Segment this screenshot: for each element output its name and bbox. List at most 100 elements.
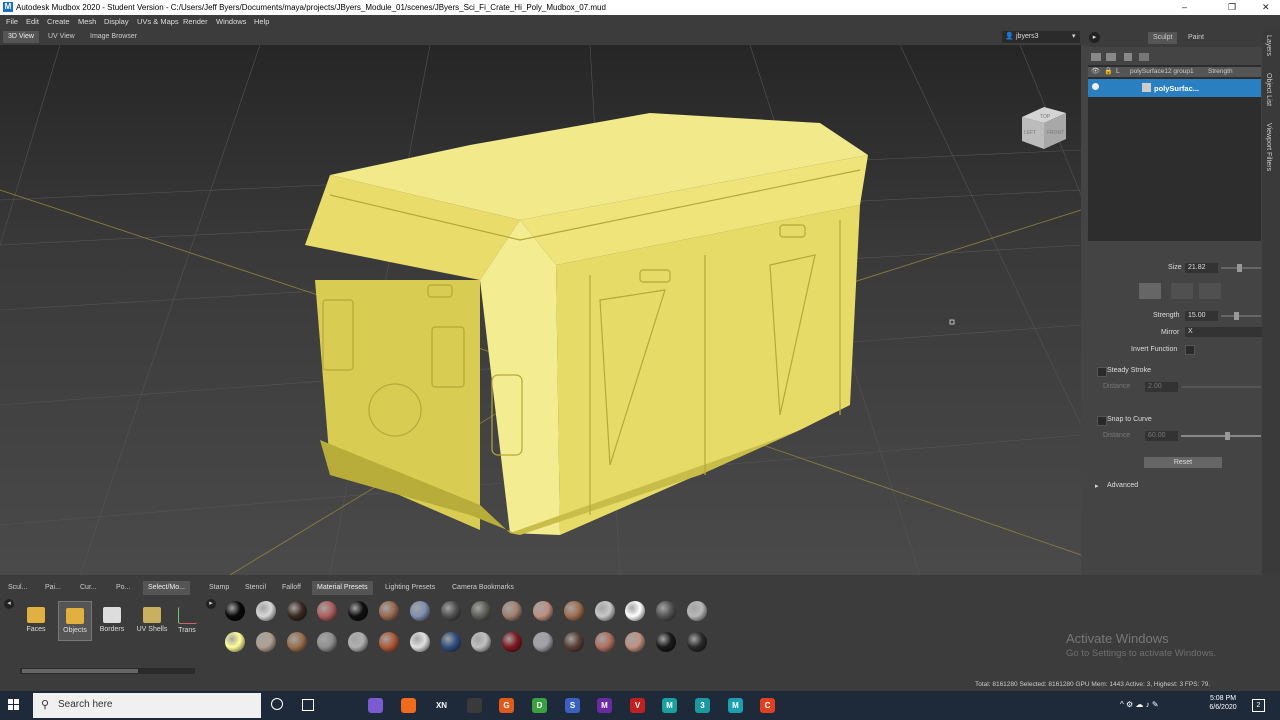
tab-image-browser[interactable]: Image Browser [85,31,142,43]
taskbar-app-icon[interactable]: G [499,698,514,713]
layers-icon[interactable] [1091,53,1101,61]
taskbar-app-icon[interactable]: S [565,698,580,713]
material-preset-ball[interactable] [255,632,276,652]
strength-field[interactable]: 15.00 [1185,311,1218,321]
reset-button[interactable]: Reset [1144,457,1222,468]
taskbar-app-icon[interactable] [467,698,482,713]
tray-tab-curve[interactable]: Cur... [75,581,102,595]
material-preset-ball[interactable] [225,632,245,652]
tray-tab-stencil[interactable]: Stencil [240,581,271,595]
material-preset-ball[interactable] [225,601,245,621]
tray-tab-select-move[interactable]: Select/Mo... [143,581,190,595]
eye-icon[interactable]: 👁 [1091,67,1100,75]
taskbar-app-icon[interactable] [368,698,383,713]
tool-translate[interactable]: Trans [176,607,198,634]
task-view-icon[interactable] [302,699,314,711]
distance-slider-2-handle[interactable] [1225,432,1230,440]
menu-windows[interactable]: Windows [216,17,246,26]
tray-tab-material-presets[interactable]: Material Presets [312,581,373,595]
taskbar-app-icon[interactable]: XN [434,698,449,713]
visibility-dot-icon[interactable] [1092,83,1099,90]
menu-display[interactable]: Display [104,17,129,26]
distance-slider-1[interactable] [1181,386,1261,388]
selected-object-row[interactable]: polySurfac... [1088,79,1261,97]
material-preset-ball[interactable] [348,632,369,652]
size-field[interactable]: 21.82 [1185,263,1218,273]
taskbar-app-icon[interactable] [401,698,416,713]
taskbar-app-icon[interactable]: D [532,698,547,713]
steady-stroke-checkbox[interactable] [1097,367,1107,377]
material-preset-ball[interactable] [533,601,553,621]
distance-field-1[interactable]: 2.00 [1145,382,1178,392]
material-preset-ball[interactable] [502,601,523,621]
duplicate-icon[interactable] [1139,53,1149,61]
user-selector[interactable]: 👤 jbyers3 ▾ [1002,31,1080,43]
material-preset-ball[interactable] [533,632,553,652]
windows-start-icon[interactable] [8,699,20,711]
taskbar-app-icon[interactable]: M [728,698,743,713]
material-preset-ball[interactable] [687,632,707,652]
material-preset-ball[interactable] [317,601,338,621]
brush-stroke-button[interactable] [1139,283,1161,299]
layer-row[interactable]: 👁 🔒 L polySurface12 group1 Strength [1088,67,1261,77]
lock-icon[interactable]: 🔒 [1104,67,1113,75]
advanced-expand-icon[interactable]: ▸ [1095,482,1099,490]
tray-tab-sculpt[interactable]: Scul... [3,581,32,595]
menu-file[interactable]: File [6,17,18,26]
taskbar-app-icon[interactable]: M [662,698,677,713]
advanced-label[interactable]: Advanced [1107,482,1138,489]
material-preset-ball[interactable] [409,632,430,652]
material-preset-ball[interactable] [594,601,615,621]
material-preset-ball[interactable] [471,601,492,621]
tray-right-arrow-icon[interactable]: ▸ [206,599,216,609]
material-preset-ball[interactable] [471,632,492,652]
tab-uv-view[interactable]: UV View [43,31,80,43]
tool-borders[interactable]: Borders [97,607,127,633]
tray-tab-camera-bookmarks[interactable]: Camera Bookmarks [447,581,519,595]
material-preset-ball[interactable] [625,632,646,652]
size-slider-handle[interactable] [1237,264,1242,272]
tab-object-list[interactable]: Object List [1265,73,1272,106]
tab-viewport-filters[interactable]: Viewport Filters [1265,123,1272,171]
material-preset-ball[interactable] [563,632,584,652]
marquee-button[interactable] [1199,283,1221,299]
material-preset-ball[interactable] [379,632,399,652]
menu-create[interactable]: Create [47,17,70,26]
tool-uv-shells[interactable]: UV Shells [136,607,168,633]
material-preset-ball[interactable] [440,601,461,621]
taskbar-app-icon[interactable]: 3 [695,698,710,713]
taskbar-app-icon[interactable]: C [760,698,775,713]
material-preset-ball[interactable] [255,601,276,621]
material-preset-ball[interactable] [656,632,677,652]
material-preset-ball[interactable] [594,632,615,652]
strength-slider-handle[interactable] [1234,312,1239,320]
notification-icon[interactable]: 2 [1252,699,1265,712]
tray-scrollbar[interactable] [20,668,195,674]
material-preset-ball[interactable] [409,601,430,621]
material-preset-ball[interactable] [440,632,461,652]
menu-mesh[interactable]: Mesh [78,17,96,26]
tab-sculpt[interactable]: Sculpt [1148,32,1178,44]
trash-icon[interactable] [1124,53,1132,61]
tool-objects[interactable]: Objects [58,601,92,641]
material-preset-ball[interactable] [502,632,523,652]
sci-fi-crate-model[interactable] [305,113,868,535]
taskbar-app-icon[interactable]: M [597,698,612,713]
viewcube[interactable]: TOP LEFT FRONT [1022,107,1066,149]
3d-viewport[interactable]: TOP LEFT FRONT [0,45,1081,575]
tool-faces[interactable]: Faces [22,607,50,633]
clock[interactable]: 5:08 PM 6/6/2020 [1205,695,1241,711]
invert-function-checkbox[interactable] [1185,345,1195,355]
tab-paint[interactable]: Paint [1183,32,1209,44]
folder-icon[interactable] [1106,53,1116,61]
menu-edit[interactable]: Edit [26,17,39,26]
tab-3d-view[interactable]: 3D View [3,31,39,43]
minimize-button[interactable]: – [1182,2,1187,12]
material-preset-ball[interactable] [317,632,338,652]
tray-tab-stamp[interactable]: Stamp [204,581,234,595]
mirror-select[interactable]: X [1185,327,1268,337]
material-preset-ball[interactable] [379,601,399,621]
strength-slider[interactable] [1221,315,1261,317]
close-button[interactable]: ✕ [1262,2,1270,13]
tray-tab-pose[interactable]: Po... [111,581,135,595]
